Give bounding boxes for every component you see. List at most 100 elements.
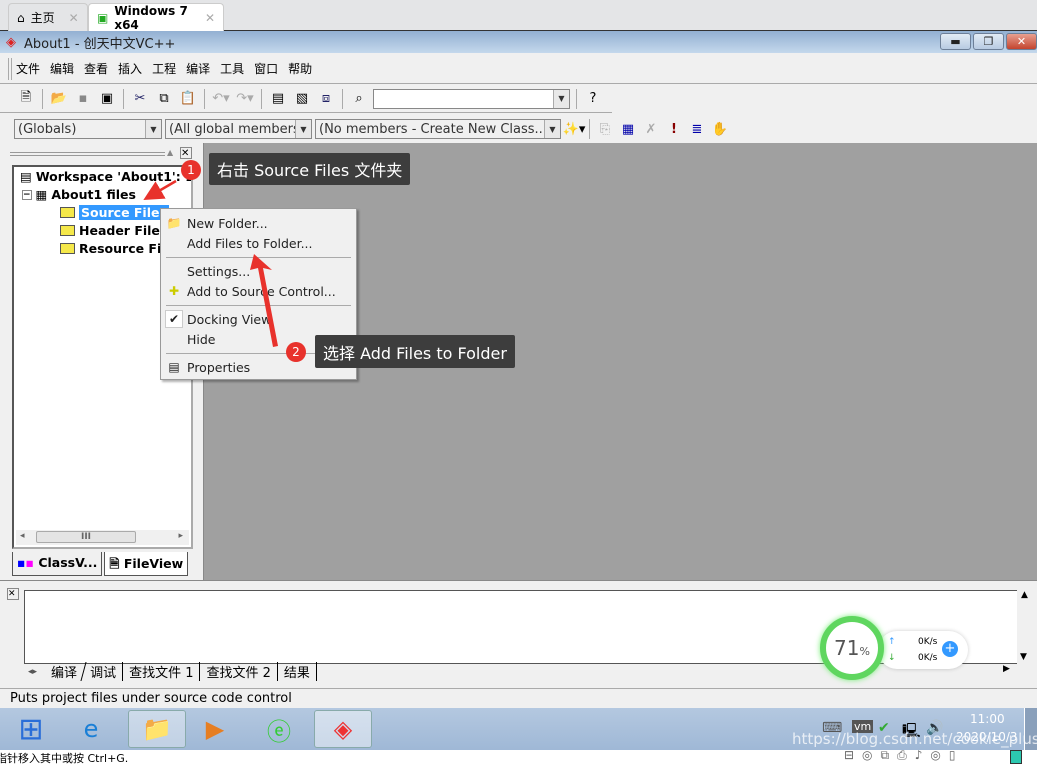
menu-insert[interactable]: 插入 <box>118 60 142 77</box>
browser-green-e-icon[interactable]: ⓔ <box>250 710 308 748</box>
undo-icon[interactable]: ↶▾ <box>211 89 231 109</box>
panel-grip[interactable] <box>10 152 165 156</box>
open-icon[interactable]: 📂 <box>49 89 69 109</box>
tab-scroll-arrows[interactable]: ◂▸ <box>28 667 37 677</box>
tab-build[interactable]: 编译 <box>42 662 87 681</box>
tab-classview[interactable]: ▪▪ ClassV... <box>12 552 103 576</box>
tab-debug[interactable]: 调试 <box>84 662 124 681</box>
save-all-icon[interactable]: ▣ <box>97 89 117 109</box>
compile-icon[interactable]: ⎘ <box>595 119 615 139</box>
tree-folder-resource[interactable]: Resource Fil <box>60 241 166 256</box>
vm-device-icons[interactable]: ⊟◎⧉⎙♪◎▯ <box>844 750 963 763</box>
window-title: About1 - 创天中文VC++ <box>24 36 176 52</box>
menu-item-settings[interactable]: Settings... <box>187 261 250 281</box>
vm-status-icon[interactable] <box>1010 750 1022 764</box>
output-icon[interactable]: ▧ <box>292 89 312 109</box>
menu-item-add-files-to-folder[interactable]: Add Files to Folder... <box>187 233 313 253</box>
window-list-icon[interactable]: ⧈ <box>316 89 336 109</box>
chevron-down-icon[interactable]: ▼ <box>544 120 560 138</box>
plus-icon[interactable]: + <box>942 641 958 657</box>
browser-tab-bar: ⌂ 主页 ✕ ▣ Windows 7 x64 ✕ <box>0 0 1037 32</box>
menu-help[interactable]: 帮助 <box>288 60 312 77</box>
workspace-icon[interactable]: ▤ <box>268 89 288 109</box>
close-output-icon[interactable]: ✕ <box>7 588 19 600</box>
home-icon: ⌂ <box>17 10 25 25</box>
tab-fileview[interactable]: 🗎 FileView <box>104 552 189 576</box>
menu-build[interactable]: 编译 <box>186 60 210 77</box>
restore-button[interactable]: ❐ <box>973 33 1004 50</box>
workspace-icon: ▤ <box>20 169 32 184</box>
paste-icon[interactable]: 📋 <box>178 89 198 109</box>
class-combo[interactable]: (No members - Create New Class...) ▼ <box>315 119 561 139</box>
stop-build-icon[interactable]: ✗ <box>641 119 661 139</box>
collapse-icon[interactable]: − <box>22 189 32 200</box>
menu-edit[interactable]: 编辑 <box>50 60 74 77</box>
new-file-icon[interactable]: 🗎 <box>16 89 36 109</box>
tree-folder-header[interactable]: Header Files <box>60 223 167 238</box>
wizard-toolbar: (Globals) ▼ (All global members ▼ (No memb… <box>0 115 754 143</box>
redo-icon[interactable]: ↷▾ <box>235 89 255 109</box>
tree-hscrollbar[interactable]: ◂ III ▸ <box>16 530 189 545</box>
output-vscrollbar[interactable]: ▲ ▼ <box>1017 590 1032 664</box>
tab-windows7[interactable]: ▣ Windows 7 x64 ✕ <box>88 3 224 32</box>
tab-find-in-files-1[interactable]: 查找文件 1 <box>123 662 201 681</box>
menu-item-docking-view[interactable]: Docking View <box>187 309 271 329</box>
chevron-down-icon[interactable]: ▼ <box>553 89 569 108</box>
go-icon[interactable]: ≣ <box>687 119 707 139</box>
find-combo[interactable]: ▼ <box>373 88 570 109</box>
menu-project[interactable]: 工程 <box>152 60 176 77</box>
globals-combo[interactable]: (Globals) ▼ <box>14 119 162 139</box>
menu-item-add-to-source-control[interactable]: Add to Source Control... <box>187 281 336 301</box>
clock-time[interactable]: 11:00 <box>970 712 1005 726</box>
toolbar-grip[interactable] <box>8 58 12 80</box>
tab-find-in-files-2[interactable]: 查找文件 2 <box>200 662 278 681</box>
menu-item-hide[interactable]: Hide <box>187 329 216 349</box>
minimize-button[interactable]: ▬ <box>940 33 971 50</box>
save-icon[interactable]: ▪ <box>73 89 93 109</box>
cut-icon[interactable]: ✂ <box>130 89 150 109</box>
host-status-strip: 指针移入其中或按 Ctrl+G. ⊟◎⧉⎙♪◎▯ <box>0 750 1037 764</box>
download-arrow-icon: ↓ <box>888 653 896 663</box>
tab-home[interactable]: ⌂ 主页 ✕ <box>8 3 88 31</box>
media-player-icon[interactable]: ▶ <box>186 710 244 748</box>
tree-workspace[interactable]: ▤ Workspace 'About1': 1 <box>20 169 191 184</box>
chevron-down-icon[interactable]: ▼ <box>295 120 311 138</box>
output-tabs: ◂▸ 编译 调试 查找文件 1 查找文件 2 结果 <box>24 662 884 681</box>
menu-view[interactable]: 查看 <box>84 60 108 77</box>
copy-icon[interactable]: ⧉ <box>154 89 174 109</box>
menu-file[interactable]: 文件 <box>16 60 40 77</box>
breakpoint-hand-icon[interactable]: ✋ <box>710 119 730 139</box>
explorer-icon[interactable]: 📁 <box>128 710 186 748</box>
new-folder-icon: 📁 <box>166 216 182 230</box>
menu-item-properties[interactable]: Properties <box>187 357 250 377</box>
members-combo[interactable]: (All global members ▼ <box>165 119 312 139</box>
annotation-badge-2: 2 <box>286 342 306 362</box>
network-speed-widget[interactable]: ↑ 0K/s ↓ 0K/s + <box>878 631 968 669</box>
tab-results[interactable]: 结果 <box>278 662 317 681</box>
tree-folder-source[interactable]: Source Files <box>60 205 169 220</box>
wizard-wand-icon[interactable]: ✨▾ <box>563 119 586 139</box>
close-panel-icon[interactable]: ✕ <box>180 147 192 159</box>
chevron-down-icon[interactable]: ▼ <box>145 120 161 138</box>
close-icon[interactable]: ✕ <box>69 11 79 25</box>
menu-tools[interactable]: 工具 <box>220 60 244 77</box>
tree-project[interactable]: − ▦ About1 files <box>22 187 136 202</box>
maximize-panel-icon[interactable]: ▲ <box>167 148 178 159</box>
checkmark-icon: ✔ <box>165 310 183 328</box>
close-button[interactable]: ✕ <box>1006 33 1037 50</box>
output-hscroll-right[interactable]: ▶ <box>1003 664 1017 678</box>
memory-usage-gauge[interactable]: 71% <box>820 616 884 680</box>
standard-toolbar: 🗎 📂 ▪ ▣ ✂ ⧉ 📋 ↶▾ ↷▾ ▤ ▧ ⧈ ⌕ ▼ ? <box>0 85 612 113</box>
build-icon[interactable]: ▦ <box>618 119 638 139</box>
menu-item-new-folder[interactable]: New Folder... <box>187 213 268 233</box>
menu-bar: 文件 编辑 查看 插入 工程 编译 工具 窗口 帮助 <box>0 53 1037 84</box>
search-help-icon[interactable]: ? <box>583 89 603 109</box>
execute-icon[interactable]: ! <box>664 119 684 139</box>
start-button[interactable]: ⊞ <box>6 710 56 748</box>
close-icon[interactable]: ✕ <box>205 11 215 25</box>
ie-icon[interactable]: e <box>62 710 120 748</box>
vc-app-icon[interactable]: ◈ <box>314 710 372 748</box>
menu-window[interactable]: 窗口 <box>254 60 278 77</box>
panel-tabs: ▪▪ ClassV... 🗎 FileView <box>12 552 191 576</box>
find-in-files-icon[interactable]: ⌕ <box>349 89 369 109</box>
